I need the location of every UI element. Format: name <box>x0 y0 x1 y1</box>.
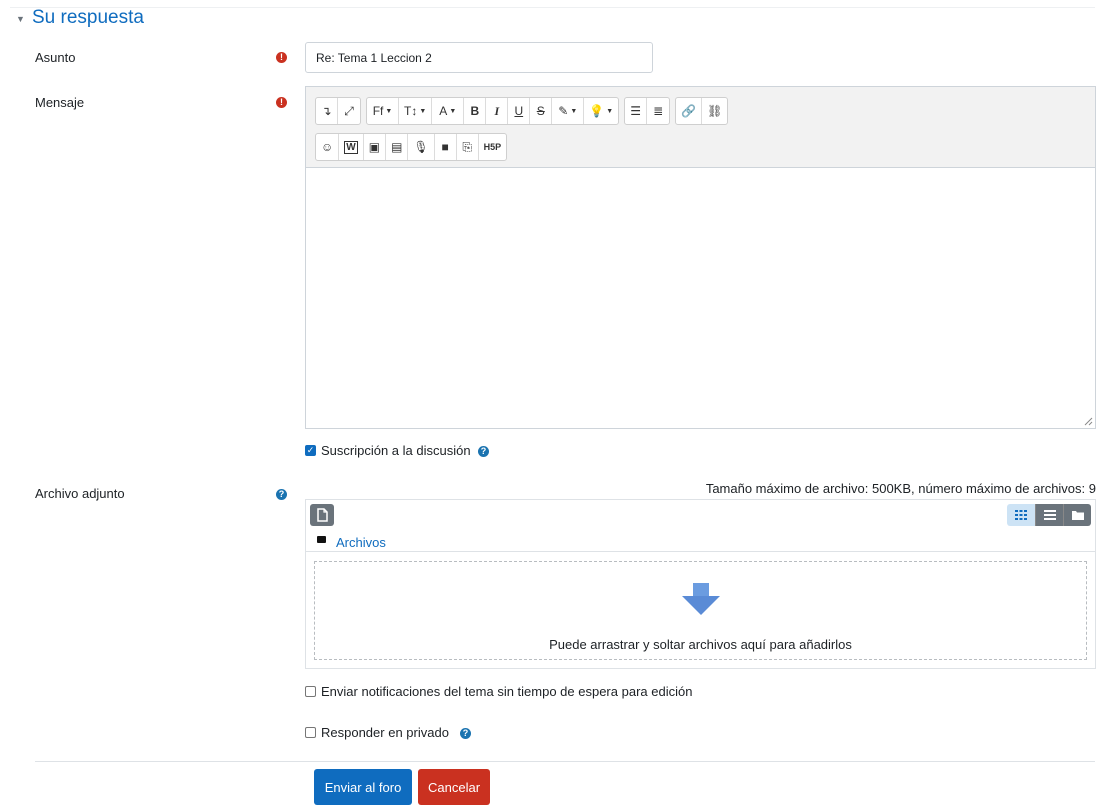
underline-button[interactable]: U <box>508 98 531 124</box>
font-family-icon: Ff <box>372 104 384 118</box>
lightbulb-icon: 💡 <box>589 104 605 118</box>
microphone-button[interactable]: 🎙 <box>408 134 435 160</box>
file-limits-info: Tamaño máximo de archivo: 500KB, número … <box>705 481 1096 496</box>
color-brush-icon: ✎ <box>558 104 569 118</box>
copy-icon: ⎘ <box>462 139 472 154</box>
toolbar-group: ☺ W ▣ ▤ 🎙 ■ ⎘ H5P <box>315 133 508 161</box>
collapse-toolbar-button[interactable]: ↴ <box>316 98 338 124</box>
link-icon: 🔗 <box>681 104 697 118</box>
link-button[interactable]: 🔗 <box>676 98 703 124</box>
folder-icon <box>317 536 326 543</box>
grid-icon <box>1015 510 1027 520</box>
unordered-list-button[interactable]: ☰ <box>625 98 648 124</box>
collapse-toolbar-icon: ↴ <box>321 104 332 118</box>
list-icon <box>1043 510 1056 520</box>
required-icon: ! <box>276 52 287 63</box>
font-size-button[interactable]: T↕ ▼ <box>399 98 433 124</box>
bold-button[interactable]: B <box>464 98 487 124</box>
strikethrough-button[interactable]: S <box>530 98 553 124</box>
text-style-icon: A <box>439 104 448 118</box>
fullscreen-icon: ⤢ <box>344 103 354 118</box>
font-size-icon: T↕ <box>404 104 418 118</box>
caret-down-icon: ▼ <box>449 107 457 115</box>
subject-label: Asunto <box>35 50 76 65</box>
unordered-list-icon: ☰ <box>630 104 642 118</box>
copy-button[interactable]: ⎘ <box>457 134 479 160</box>
ordered-list-button[interactable]: ≣ <box>647 98 669 124</box>
file-icon <box>317 508 328 522</box>
unlink-button[interactable]: ⛓ <box>702 98 727 124</box>
toolbar-group: 🔗 ⛓ <box>675 97 729 125</box>
top-divider <box>10 7 1095 8</box>
view-switcher <box>1007 504 1091 526</box>
toolbar-group: Ff ▼ T↕ ▼ A ▼ B I U S ✎ ▼ 💡 ▼ <box>366 97 620 125</box>
caret-down-icon: ▼ <box>419 107 427 115</box>
h5p-icon: H5P <box>483 142 502 152</box>
toolbar-group: ↴ ⤢ <box>315 97 361 125</box>
collapse-arrow-icon[interactable]: ▼ <box>16 14 25 24</box>
image-button[interactable]: ▣ <box>364 134 387 160</box>
video-camera-icon: ■ <box>441 140 449 154</box>
dropzone-text: Puede arrastrar y soltar archivos aquí p… <box>549 637 852 652</box>
word-paste-button[interactable]: W <box>339 134 364 160</box>
message-textarea[interactable] <box>306 169 1095 428</box>
add-file-button[interactable] <box>310 504 334 526</box>
required-icon: ! <box>276 97 287 108</box>
private-reply-checkbox[interactable] <box>305 727 316 738</box>
image-icon: ▣ <box>368 140 381 154</box>
emoji-button[interactable]: ☺ <box>316 134 340 160</box>
lightbulb-button[interactable]: 💡 ▼ <box>584 98 618 124</box>
view-icons-button[interactable] <box>1007 504 1035 526</box>
toolbar-row-1: ↴ ⤢ Ff ▼ T↕ ▼ A ▼ B I U S ✎ ▼ 💡 ▼ ☰ ≣ 🔗 ⛓ <box>315 97 729 125</box>
form-divider <box>35 761 1095 762</box>
underline-icon: U <box>514 104 524 118</box>
section-title[interactable]: Su respuesta <box>32 7 144 29</box>
help-icon[interactable]: ? <box>478 446 489 457</box>
ordered-list-icon: ≣ <box>653 104 664 118</box>
editor-toolbar: ↴ ⤢ Ff ▼ T↕ ▼ A ▼ B I U S ✎ ▼ 💡 ▼ ☰ ≣ 🔗 ⛓ ☺ W ▣ ▤ 🎙 ■ ⎘ H5P <box>306 87 1095 168</box>
notify-label[interactable]: Enviar notificaciones del tema sin tiemp… <box>321 684 692 699</box>
color-brush-button[interactable]: ✎ ▼ <box>552 98 585 124</box>
emoji-icon: ☺ <box>321 140 334 154</box>
view-list-button[interactable] <box>1035 504 1063 526</box>
subject-input[interactable] <box>305 42 653 73</box>
video-camera-button[interactable]: ■ <box>435 134 457 160</box>
notify-checkbox[interactable] <box>305 686 316 697</box>
caret-down-icon: ▼ <box>570 107 578 115</box>
italic-button[interactable]: I <box>486 98 509 124</box>
caret-down-icon: ▼ <box>385 107 393 115</box>
media-file-button[interactable]: ▤ <box>386 134 409 160</box>
subscription-checkbox[interactable]: ✓ <box>305 445 316 456</box>
microphone-icon: 🎙 <box>413 140 429 154</box>
caret-down-icon: ▼ <box>606 107 614 115</box>
attachment-label: Archivo adjunto <box>35 486 125 501</box>
bold-icon: B <box>470 104 480 118</box>
filemanager-panel <box>305 499 1096 551</box>
media-file-icon: ▤ <box>391 140 403 154</box>
folder-icon <box>1071 511 1084 520</box>
unlink-icon: ⛓ <box>707 104 723 118</box>
toolbar-row-2: ☺ W ▣ ▤ 🎙 ■ ⎘ H5P <box>315 133 508 161</box>
text-style-button[interactable]: A ▼ <box>432 98 465 124</box>
toolbar-group: ☰ ≣ <box>624 97 671 125</box>
message-editor: ↴ ⤢ Ff ▼ T↕ ▼ A ▼ B I U S ✎ ▼ 💡 ▼ ☰ ≣ 🔗 ⛓ ☺ W ▣ ▤ 🎙 ■ ⎘ H5P <box>305 86 1096 429</box>
fullscreen-button[interactable]: ⤢ <box>338 98 360 124</box>
archivos-folder-link[interactable]: Archivos <box>336 535 386 550</box>
word-paste-icon: W <box>344 140 358 154</box>
download-arrow-icon <box>682 583 720 615</box>
italic-icon: I <box>494 103 500 118</box>
subscription-label[interactable]: Suscripción a la discusión <box>321 443 471 458</box>
message-label: Mensaje <box>35 95 85 110</box>
help-icon[interactable]: ? <box>460 728 471 739</box>
help-icon[interactable]: ? <box>276 489 287 500</box>
private-reply-label[interactable]: Responder en privado <box>321 725 449 740</box>
h5p-button[interactable]: H5P <box>479 134 507 160</box>
strikethrough-icon: S <box>536 104 545 118</box>
resize-handle-icon[interactable] <box>1084 417 1093 426</box>
view-tree-button[interactable] <box>1063 504 1091 526</box>
font-family-button[interactable]: Ff ▼ <box>367 98 399 124</box>
